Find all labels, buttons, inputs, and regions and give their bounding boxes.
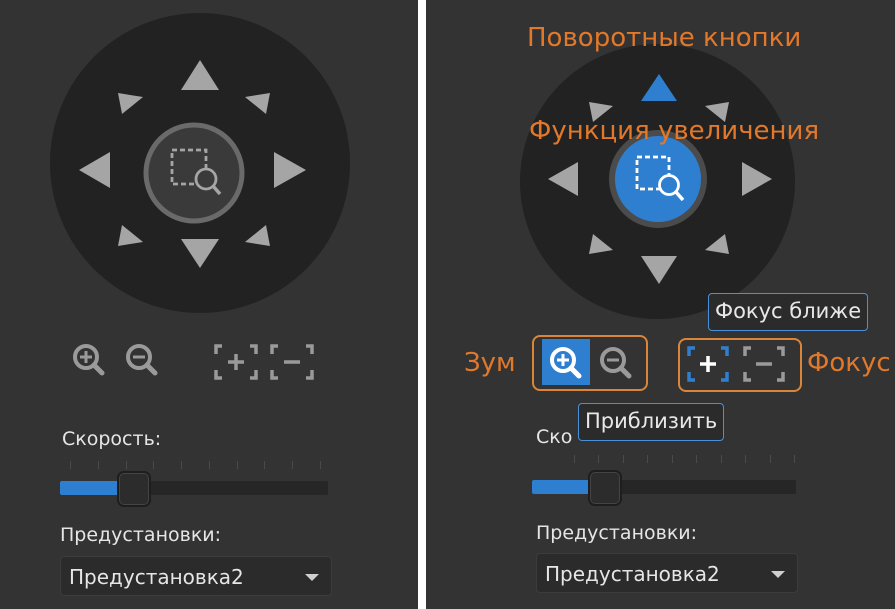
slider-tick	[745, 455, 746, 463]
zoom-function-button[interactable]	[143, 122, 245, 224]
annotation-focus: Фокус	[807, 348, 891, 378]
zoom-out-icon	[600, 347, 632, 379]
focus-near-button[interactable]	[210, 340, 262, 384]
slider-tick	[237, 461, 238, 469]
focus-far-icon	[743, 346, 785, 382]
slider-tick	[320, 461, 321, 469]
zoom-out-button[interactable]	[121, 338, 163, 380]
presets-label: Предустановки:	[60, 524, 222, 546]
presets-label: Предустановки:	[536, 522, 698, 544]
presets-dropdown[interactable]: Предустановка2	[60, 556, 332, 596]
tooltip-focus-near: Фокус ближе	[708, 293, 869, 331]
ptz-control	[520, 44, 795, 319]
zoom-function-button[interactable]	[609, 130, 707, 228]
focus-near-icon	[214, 344, 258, 380]
dropdown-caret-icon	[305, 574, 319, 581]
annotation-zoom-function: Функция увеличения	[529, 116, 820, 146]
ptz-panel-right: Поворотные кнопки Функция увеличения Зум…	[426, 0, 895, 609]
presets-selected-value: Предустановка2	[545, 562, 720, 586]
slider-tick	[647, 455, 648, 463]
slider-tick	[209, 461, 210, 469]
speed-label: Ско	[536, 426, 573, 448]
slider-tick	[574, 455, 575, 463]
focus-near-icon	[687, 346, 729, 382]
speed-slider[interactable]	[60, 471, 328, 507]
slider-tick	[126, 461, 127, 469]
speed-slider-handle[interactable]	[588, 470, 622, 506]
ptz-control	[50, 13, 350, 313]
slider-tick	[264, 461, 265, 469]
presets-dropdown[interactable]: Предустановка2	[536, 553, 798, 593]
zoom-out-button[interactable]	[594, 340, 638, 384]
speed-ticks	[70, 461, 321, 471]
annotation-zoom: Зум	[464, 348, 516, 378]
zoom-in-icon	[73, 344, 105, 376]
speed-ticks	[574, 455, 795, 465]
slider-tick	[721, 455, 722, 463]
zoom-in-button[interactable]	[68, 338, 110, 380]
speed-label: Скорость:	[62, 428, 162, 450]
slider-tick	[598, 455, 599, 463]
slider-tick	[292, 461, 293, 469]
zoom-in-button[interactable]	[542, 339, 590, 385]
slider-tick	[770, 455, 771, 463]
slider-tick	[794, 455, 795, 463]
ptz-panel-left: Скорость: Предустановки: Предустановка2	[0, 0, 418, 609]
focus-far-icon	[270, 344, 314, 380]
slider-tick	[623, 455, 624, 463]
zoom-in-icon	[550, 347, 582, 379]
focus-near-button[interactable]	[684, 342, 732, 386]
tooltip-zoom-in: Приблизить	[578, 403, 725, 441]
speed-slider-handle[interactable]	[117, 471, 151, 507]
slider-tick	[696, 455, 697, 463]
presets-selected-value: Предустановка2	[69, 565, 244, 589]
slider-tick	[153, 461, 154, 469]
slider-tick	[672, 455, 673, 463]
slider-tick	[98, 461, 99, 469]
focus-far-button[interactable]	[266, 340, 318, 384]
annotation-rotate-buttons: Поворотные кнопки	[527, 23, 802, 53]
slider-tick	[181, 461, 182, 469]
zoom-out-icon	[126, 344, 158, 376]
focus-far-button[interactable]	[740, 342, 788, 386]
slider-tick	[70, 461, 71, 469]
dropdown-caret-icon	[771, 571, 785, 578]
speed-slider[interactable]	[532, 470, 796, 506]
